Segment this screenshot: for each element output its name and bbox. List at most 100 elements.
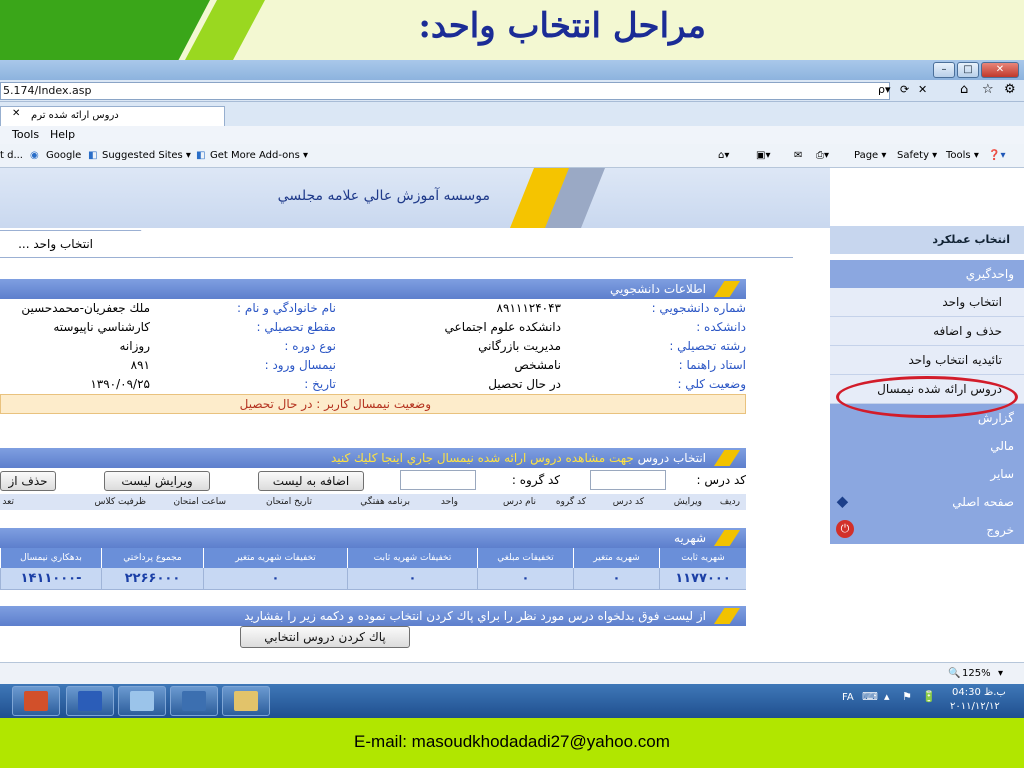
taskbar-network[interactable] <box>170 686 218 716</box>
web-page: موسسه آموزش عالي علامه مجلسي انتخاب واحد… <box>0 168 1024 662</box>
course-code-label: كد درس : <box>696 473 746 487</box>
tray-flag-icon[interactable]: ⚑ <box>902 690 912 703</box>
keyboard-icon[interactable]: ⌨ <box>862 690 878 703</box>
student-row: استاد راهنما : نامشخص نيمسال ورود : ۸۹۱ <box>130 358 746 372</box>
address-bar: 5.174/Index.asp ρ▾ ⟳ ✕ ⌂ ☆ ⚙ <box>0 80 1024 102</box>
menu-help[interactable]: Help <box>50 126 75 144</box>
offered-courses-link[interactable]: جهت مشاهده دروس ارائه شده نيمسال جاري اي… <box>331 451 634 465</box>
window-icon <box>130 691 154 711</box>
zoom-icon: 🔍 <box>948 668 961 679</box>
sidebar-header: انتخاب عملكرد <box>830 226 1024 254</box>
institute-name: موسسه آموزش عالي علامه مجلسي <box>277 188 490 204</box>
favorites-bar: t d... ◉ Google ◧ Suggested Sites ▾ ◧ Ge… <box>0 144 1024 168</box>
section-arrow-icon <box>714 530 740 546</box>
taskbar-window[interactable] <box>118 686 166 716</box>
print-icon[interactable]: ⎙▾ <box>816 144 829 168</box>
powerpoint-icon <box>24 691 48 711</box>
network-icon <box>182 691 206 711</box>
ie-page-icon: ◧ <box>88 150 98 161</box>
delete-from-list-button[interactable]: حذف از <box>0 471 56 491</box>
tab-label: دروس ارائه شده ترم <box>31 110 119 121</box>
settings-gear-icon[interactable]: ⚙ <box>1004 82 1016 97</box>
home-icon[interactable]: ⌂ <box>960 82 968 97</box>
section-arrow-icon <box>714 281 740 297</box>
windows-taskbar: FA ⌨ ▴ ⚑ 🔋 04:30 ب.ظ ۲۰۱۱/۱۲/۱۲ <box>0 684 1024 718</box>
clock-time[interactable]: 04:30 ب.ظ <box>952 687 1006 698</box>
slide-decoration-left <box>0 0 210 60</box>
favorite-truncated[interactable]: t d... <box>0 144 23 168</box>
student-row: دانشكده : دانشكده علوم اجتماعي مقطع تحصي… <box>53 320 746 334</box>
footer-email: E-mail: masoudkhodadadi27@yahoo.com <box>354 732 670 751</box>
course-table-header: رديف ويرايش كد درس كد گروه نام درس واحد … <box>0 494 746 510</box>
cmd-tools[interactable]: Tools ▾ <box>946 144 979 168</box>
sidebar-item-select-units[interactable]: انتخاب واحد <box>830 288 1024 317</box>
url-input[interactable]: 5.174/Index.asp <box>0 82 890 100</box>
highlight-annotation-circle <box>836 376 1018 418</box>
stop-icon[interactable]: ✕ <box>918 83 927 96</box>
semester-status-bar: وضعيت نيمسال كاربر : در حال تحصيل <box>0 394 746 414</box>
favorite-addons[interactable]: Get More Add-ons ▾ <box>210 144 308 168</box>
student-row: وضعيت كلي : در حال تحصيل تاريخ : ۱۳۹۰/۰۹… <box>90 377 746 391</box>
language-indicator[interactable]: FA <box>842 692 854 703</box>
student-info-header: اطلاعات دانشجويي <box>0 279 746 299</box>
sidebar-home-label: صفحه اصلي <box>952 495 1014 509</box>
home-cmd-icon[interactable]: ⌂▾ <box>718 144 729 168</box>
mail-icon[interactable]: ✉ <box>794 144 802 168</box>
tab-active[interactable]: دروس ارائه شده ترم <box>0 106 225 126</box>
course-code-input[interactable] <box>590 470 666 490</box>
zoom-level[interactable]: 125% <box>962 663 991 685</box>
menu-bar: Tools Help <box>0 126 1024 144</box>
cmd-page[interactable]: Page ▾ <box>854 144 886 168</box>
clear-selected-courses-button[interactable]: پاك كردن دروس انتخابي <box>240 626 410 648</box>
close-window-button[interactable]: ✕ <box>981 62 1019 78</box>
sidebar-section-registration[interactable]: واحدگيري <box>830 260 1024 288</box>
tab-close-icon[interactable]: ✕ <box>12 108 20 119</box>
browser-status-bar: 🔍 125% ▾ <box>0 662 1024 684</box>
favorites-star-icon[interactable]: ☆ <box>982 82 994 97</box>
help-icon[interactable]: ❓▾ <box>988 144 1005 168</box>
divider <box>0 257 793 258</box>
slide-header: مراحل انتخاب واحد: <box>0 0 1024 60</box>
favorite-google[interactable]: Google <box>46 144 81 168</box>
maximize-button[interactable]: □ <box>957 62 979 78</box>
site-banner: موسسه آموزش عالي علامه مجلسي <box>0 168 830 228</box>
sidebar-exit-label: خروج <box>986 523 1014 537</box>
sidebar-item-confirm[interactable]: تائيديه انتخاب واحد <box>830 346 1024 375</box>
menu-tools[interactable]: Tools <box>12 126 39 144</box>
taskbar-word[interactable] <box>66 686 114 716</box>
sidebar-section-other[interactable]: ساير <box>830 460 1024 488</box>
home-logo-icon: ⯁ <box>836 494 849 513</box>
sidebar-home[interactable]: صفحه اصلي ⯁ <box>830 488 1024 516</box>
edit-list-button[interactable]: ويرايش ليست <box>104 471 210 491</box>
zoom-dropdown-icon[interactable]: ▾ <box>998 663 1003 685</box>
favorite-suggested-sites[interactable]: Suggested Sites ▾ <box>102 144 191 168</box>
course-selection-header: انتخاب دروس جهت مشاهده دروس ارائه شده ني… <box>0 448 746 468</box>
search-icon[interactable]: ρ▾ <box>878 83 891 96</box>
sidebar-exit[interactable]: خروج ⏻ <box>830 516 1024 544</box>
screen: مراحل انتخاب واحد: – □ ✕ 5.174/Index.asp… <box>0 0 1024 768</box>
student-row: رشته تحصيلي : مديريت بازرگاني نوع دوره :… <box>119 339 747 353</box>
minimize-button[interactable]: – <box>933 62 955 78</box>
cmd-safety[interactable]: Safety ▾ <box>897 144 937 168</box>
tray-power-icon[interactable]: 🔋 <box>922 690 936 703</box>
section-arrow-icon <box>714 450 740 466</box>
taskbar-powerpoint[interactable] <box>12 686 60 716</box>
add-to-list-button[interactable]: اضافه به ليست <box>258 471 364 491</box>
slide-title: مراحل انتخاب واحد: <box>418 6 706 46</box>
tray-arrow-icon[interactable]: ▴ <box>884 690 890 703</box>
tuition-values-row: ۱۱۷۷۰۰۰ ۰ ۰ ۰ ۰ ۲۲۶۶۰۰۰ ۱۴۱۱۰۰۰- <box>0 568 746 590</box>
tuition-header: شهريه <box>0 528 746 548</box>
group-code-label: كد گروه : <box>511 473 560 487</box>
paint-icon <box>234 691 258 711</box>
student-info-grid: شماره دانشجويي : ۸۹۱۱۱۲۴۰۴۳ نام خانوادگي… <box>0 301 746 393</box>
clock-date[interactable]: ۲۰۱۱/۱۲/۱۲ <box>950 701 1000 712</box>
ie-page-icon: ◧ <box>196 150 206 161</box>
refresh-icon[interactable]: ⟳ <box>900 83 909 96</box>
taskbar-paint[interactable] <box>222 686 270 716</box>
sidebar-item-add-drop[interactable]: حذف و اضافه <box>830 317 1024 346</box>
window-titlebar: – □ ✕ <box>0 60 1024 80</box>
feeds-icon[interactable]: ▣▾ <box>756 144 770 168</box>
tab-strip: دروس ارائه شده ترم ✕ <box>0 102 1024 126</box>
sidebar-section-financial[interactable]: مالي <box>830 432 1024 460</box>
group-code-input[interactable] <box>400 470 476 490</box>
